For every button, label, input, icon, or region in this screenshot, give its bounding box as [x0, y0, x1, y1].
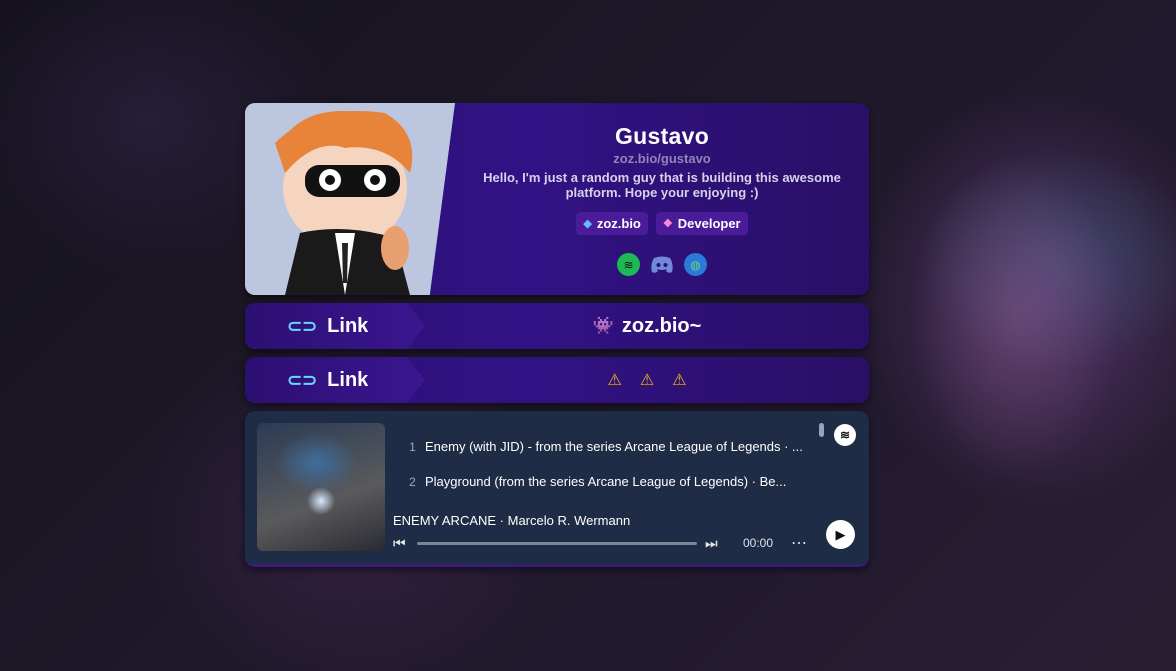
link-label: Link [327, 314, 369, 337]
globe-icon[interactable]: ◍ [684, 253, 707, 276]
profile-handle: zoz.bio/gustavo [613, 151, 711, 166]
spotify-logo-icon[interactable]: ≋ [834, 424, 856, 446]
link-card-2[interactable]: ⊂⊃ Link ⚠ ⚠ ⚠ [245, 357, 869, 403]
warning-icon: ⚠ [639, 372, 655, 389]
link-title: zoz.bio~ [621, 314, 702, 337]
profile-info: Gustavo zoz.bio/gustavo Hello, I'm just … [455, 103, 869, 295]
warning-icon: ⚠ [607, 372, 622, 389]
link-card-1[interactable]: ⊂⊃ Link 👾 zoz.bio~ [245, 303, 869, 349]
spotify-icon[interactable]: ≋ [617, 253, 640, 276]
profile-container: Gustavo zoz.bio/gustavo Hello, I'm just … [245, 103, 869, 567]
next-track-icon[interactable]: ⏭ [705, 535, 718, 552]
link-content: ⚠ ⚠ ⚠ [425, 357, 869, 403]
warning-icon: ⚠ [672, 372, 687, 389]
alien-icon: 👾 [592, 316, 614, 335]
profile-bio: Hello, I'm just a random guy that is bui… [483, 170, 841, 200]
progress-bar[interactable] [417, 542, 697, 545]
track-row[interactable]: 2 Playground (from the series Arcane Lea… [400, 464, 820, 499]
track-number: 1 [409, 439, 416, 454]
link-tab: ⊂⊃ Link [245, 303, 425, 349]
chain-link-icon: ⊂⊃ [287, 315, 318, 336]
badge-label: zoz.bio [596, 216, 641, 231]
diamond-icon: ◆ [583, 218, 592, 230]
play-button[interactable]: ▶ [826, 520, 855, 549]
track-number: 2 [409, 474, 416, 489]
avatar [245, 103, 455, 295]
gem-icon: ❖ [662, 218, 673, 230]
track-list: 1 Enemy (with JID) - from the series Arc… [400, 429, 820, 499]
scrollbar[interactable] [819, 423, 824, 437]
social-links: ≋ ◍ [455, 253, 869, 276]
track-title: Enemy (with JID) - from the series Arcan… [425, 439, 803, 454]
chain-link-icon: ⊂⊃ [287, 369, 318, 390]
album-cover [257, 423, 385, 551]
background-art [856, 0, 1176, 671]
profile-card: Gustavo zoz.bio/gustavo Hello, I'm just … [245, 103, 869, 295]
player-controls: ⏮ ⏭ 00:00 ⋯ ▶ [393, 520, 863, 553]
time-display: 00:00 [743, 536, 774, 550]
badge-developer: ❖ Developer [655, 212, 748, 235]
badge-zoz: ◆ zoz.bio [576, 212, 648, 235]
track-title: Playground (from the series Arcane Leagu… [425, 474, 787, 489]
link-content: 👾 zoz.bio~ [425, 303, 869, 349]
badge-list: ◆ zoz.bio ❖ Developer [455, 212, 869, 235]
previous-track-icon[interactable]: ⏮ [393, 535, 406, 552]
link-tab: ⊂⊃ Link [245, 357, 425, 403]
link-label: Link [327, 368, 369, 391]
more-options-icon[interactable]: ⋯ [791, 533, 808, 553]
discord-icon[interactable] [649, 253, 675, 276]
now-playing: ENEMY ARCANE · Marcelo R. Wermann [393, 513, 631, 528]
badge-label: Developer [677, 216, 741, 231]
track-row[interactable]: 1 Enemy (with JID) - from the series Arc… [400, 429, 820, 464]
profile-name: Gustavo [614, 123, 710, 149]
spotify-player: 1 Enemy (with JID) - from the series Arc… [245, 411, 869, 567]
